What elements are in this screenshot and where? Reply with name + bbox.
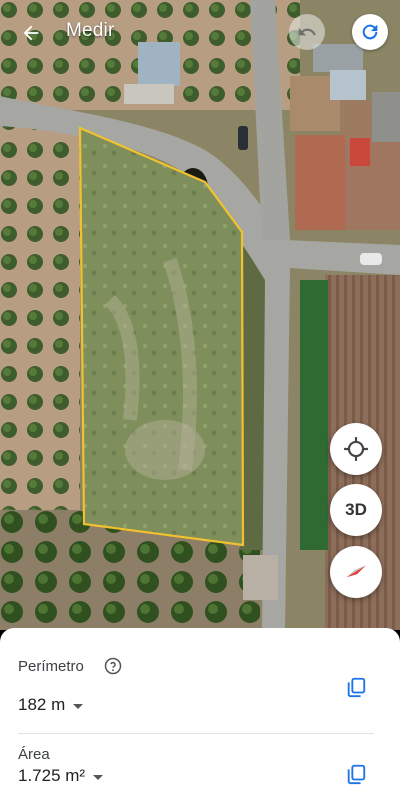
perimeter-value: 182 m xyxy=(18,695,66,714)
arrow-back-icon xyxy=(23,25,39,41)
copy-area-button[interactable] xyxy=(342,760,370,788)
map-imagery xyxy=(0,0,400,630)
help-circle-icon[interactable] xyxy=(104,657,122,675)
compass-button[interactable] xyxy=(330,546,382,598)
page-title: Medir xyxy=(66,20,115,41)
copy-icon xyxy=(347,677,366,698)
divider xyxy=(18,733,374,734)
undo-icon xyxy=(298,27,316,36)
copy-perimeter-button[interactable] xyxy=(342,673,370,701)
copy-icon xyxy=(347,764,366,785)
crosshair-location-icon xyxy=(344,437,368,461)
redo-icon xyxy=(362,24,378,40)
chevron-down-icon xyxy=(73,703,84,709)
area-value: 1.725 m² xyxy=(18,766,86,785)
my-location-button[interactable] xyxy=(330,423,382,475)
top-bar: Medir xyxy=(0,0,400,64)
chevron-down-icon xyxy=(93,774,104,780)
toggle-3d-button[interactable]: 3D xyxy=(330,484,382,536)
perimeter-unit-dropdown[interactable]: 182 m xyxy=(18,695,84,715)
back-button[interactable] xyxy=(14,16,48,50)
perimeter-label: Perímetro xyxy=(18,658,84,675)
area-unit-dropdown[interactable]: 1.725 m² xyxy=(18,766,104,786)
area-label: Área xyxy=(18,746,50,763)
satellite-map[interactable] xyxy=(0,0,400,630)
redo-button[interactable] xyxy=(352,14,388,50)
compass-icon xyxy=(346,565,366,578)
undo-button[interactable] xyxy=(289,14,325,50)
toggle-3d-label: 3D xyxy=(345,500,367,519)
